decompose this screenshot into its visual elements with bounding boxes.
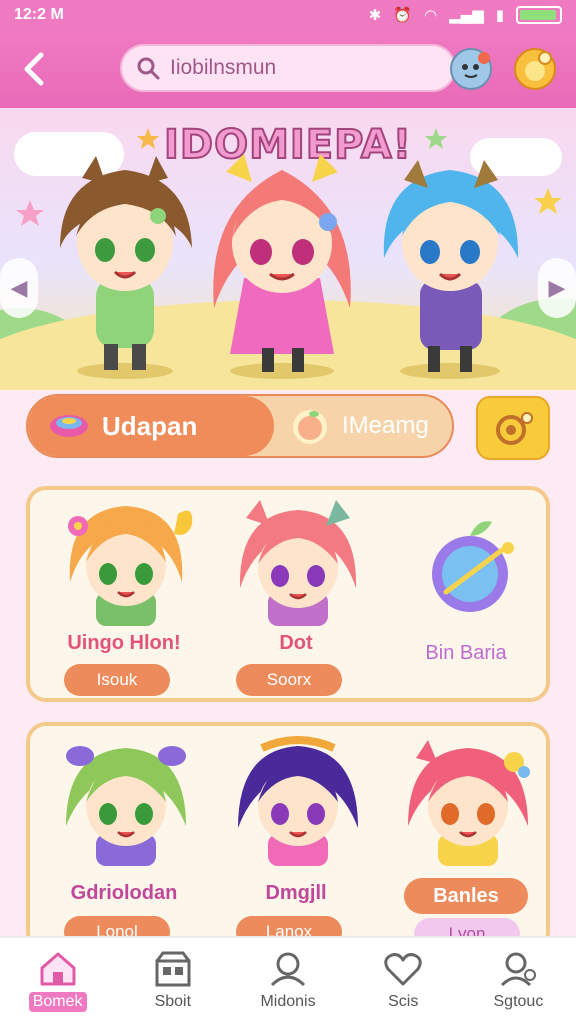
alarm-icon: ⏰ (393, 6, 413, 24)
character-name: Gdriolodan (70, 882, 178, 904)
heart-icon (384, 953, 422, 986)
nav-home[interactable]: Bomek (0, 938, 115, 1024)
character-name: Uingo Hlon! (67, 632, 181, 654)
bottom-navigation: Bomek Sboit Midonis Scis Sgtouc (0, 936, 576, 1024)
character-card[interactable]: Uingo Hlon! Isouk (44, 496, 204, 696)
character-panel-1: Uingo Hlon! Isouk Dot Soorx Bin Baria (26, 486, 550, 702)
character-card[interactable]: Bin Baria (386, 496, 546, 696)
search-text: Iiobilnsmun (170, 56, 277, 79)
mascot-icon[interactable] (450, 48, 492, 90)
search-input[interactable]: Iiobilnsmun (120, 44, 456, 92)
character-portrait (66, 746, 186, 866)
clock: 12:2 M (14, 6, 64, 23)
character-action-button[interactable]: Soorx (236, 664, 342, 696)
mascot-face-icon (462, 52, 490, 78)
planet-icon (432, 521, 514, 612)
featured-banner[interactable]: IDOMIEPA! ◀ ▶ (0, 108, 576, 390)
spinning-top-icon (50, 415, 88, 437)
app-header: Iiobilnsmun (0, 30, 576, 108)
nav-favorites[interactable]: Scis (346, 938, 461, 1024)
character-card[interactable]: Banles Lvon (386, 736, 546, 950)
gift-button[interactable] (476, 396, 550, 460)
character-panel-2: Gdriolodan Lonol Dmgjll Lanox Banles Lvo… (26, 722, 550, 952)
nav-shop-label: Sboit (154, 993, 192, 1010)
tab-udapan-label: Udapan (102, 410, 198, 441)
nav-favorites-label: Scis (388, 993, 419, 1010)
banner-next-button[interactable]: ▶ (538, 258, 576, 318)
banner-prev-button[interactable]: ◀ (0, 258, 38, 318)
tab-imeamg-label: IMeamg (342, 412, 429, 439)
chevron-left-icon (24, 52, 44, 86)
character-icon (270, 952, 306, 987)
character-action-button[interactable]: Isouk (64, 664, 170, 696)
nav-profile[interactable]: Sgtouc (461, 938, 576, 1024)
character-card[interactable]: Dmgjll Lanox (216, 736, 376, 948)
character-portrait (408, 740, 530, 866)
character-name: Banles (404, 878, 528, 914)
coin-icon[interactable] (514, 48, 556, 90)
sim-icon: ▮ (495, 6, 504, 24)
back-button[interactable] (14, 49, 54, 89)
character-name: Bin Baria (425, 642, 507, 664)
search-icon (137, 57, 160, 80)
nav-characters[interactable]: Midonis (230, 938, 345, 1024)
nav-profile-label: Sgtouc (493, 993, 544, 1010)
home-icon (40, 952, 76, 986)
chevron-right-icon: ▶ (548, 275, 566, 301)
character-portrait (238, 736, 358, 866)
coin-face-icon (525, 51, 552, 81)
tab-udapan[interactable]: Udapan (28, 396, 274, 456)
character-green-dress (60, 156, 192, 379)
character-portrait (239, 500, 357, 626)
chevron-left-icon: ◀ (10, 275, 28, 301)
gift-icon (496, 412, 533, 445)
peach-icon (293, 410, 327, 444)
character-card[interactable]: Dot Soorx (216, 496, 376, 696)
status-icons: ✱ ⏰ ◠ ▂▄▆ ▮ (369, 6, 562, 24)
banner-characters (16, 128, 562, 379)
nav-shop[interactable]: Sboit (115, 938, 230, 1024)
profile-icon (501, 952, 537, 987)
bluetooth-icon: ✱ (368, 6, 382, 24)
status-bar: 12:2 M ✱ ⏰ ◠ ▂▄▆ ▮ (0, 0, 576, 30)
tab-imeamg[interactable]: IMeamg (290, 404, 452, 448)
character-card[interactable]: Gdriolodan Lonol (44, 736, 204, 948)
character-pink-dress (213, 154, 351, 379)
character-name: Dmgjll (265, 882, 327, 904)
nav-home-label: Bomek (28, 992, 87, 1012)
character-portrait (68, 506, 193, 626)
category-tabs: Udapan IMeamg (26, 394, 454, 458)
character-purple-dress (383, 160, 519, 379)
character-name: Dot (279, 632, 313, 654)
signal-icon: ▂▄▆ (449, 6, 484, 24)
wifi-icon: ◠ (424, 6, 438, 24)
shop-icon (155, 951, 191, 987)
battery-icon (516, 6, 562, 24)
nav-characters-label: Midonis (260, 993, 316, 1010)
